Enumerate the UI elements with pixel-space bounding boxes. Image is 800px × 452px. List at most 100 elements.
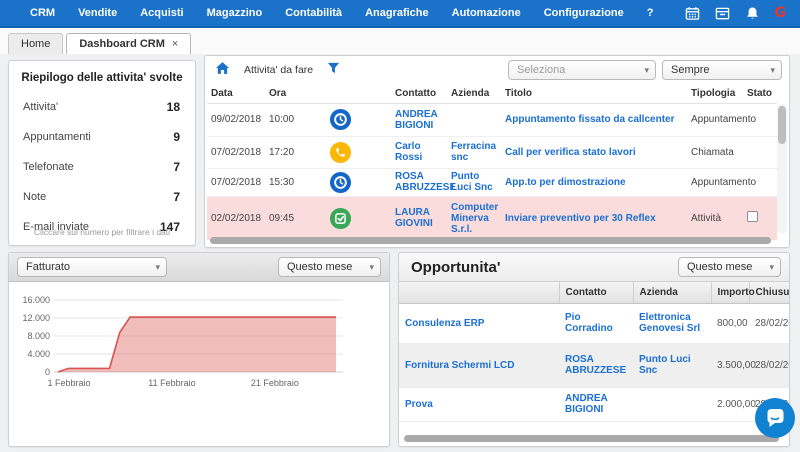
menu-item-anagrafiche[interactable]: Anagrafiche xyxy=(365,7,429,19)
activity-type: Attività xyxy=(691,213,721,224)
scrollbar-thumb[interactable] xyxy=(404,435,779,442)
filter-funnel-icon[interactable] xyxy=(327,61,340,79)
summary-label: Attivita' xyxy=(23,101,58,113)
svg-text:21 Febbraio: 21 Febbraio xyxy=(251,378,299,388)
tab-home[interactable]: Home xyxy=(8,33,63,54)
activity-type-select[interactable]: Seleziona xyxy=(508,60,656,80)
menu-item-vendite[interactable]: Vendite xyxy=(78,7,117,19)
logo-g-icon[interactable]: G xyxy=(775,6,787,20)
opportunita-panel: Opportunita' Questo mese Contatto Aziend… xyxy=(398,252,790,447)
opportunita-period-select[interactable]: Questo mese xyxy=(678,257,781,277)
opportunity-link[interactable]: Consulenza ERP xyxy=(405,318,484,329)
bell-icon[interactable] xyxy=(745,6,760,21)
main-menu: CRM Vendite Acquisti Magazzino Contabili… xyxy=(30,7,677,19)
activity-date: 02/02/2018 xyxy=(207,196,265,240)
svg-text:16.000: 16.000 xyxy=(22,295,50,305)
menu-item-configurazione[interactable]: Configurazione xyxy=(544,7,624,19)
summary-label: Note xyxy=(23,191,46,203)
menu-item-contabilita[interactable]: Contabilità xyxy=(285,7,342,19)
activity-date: 09/02/2018 xyxy=(207,103,265,136)
fatturato-panel: Fatturato Questo mese 04.0008.00012.0001… xyxy=(8,252,390,447)
metric-select[interactable]: Fatturato xyxy=(17,257,167,277)
activity-title-link[interactable]: App.to per dimostrazione xyxy=(505,177,626,188)
opportunita-period-select-value: Questo mese xyxy=(687,261,752,273)
opportunity-row: Fornitura Schermi LCD ROSA ABRUZZESE Pun… xyxy=(399,343,790,387)
summary-row-appuntamenti: Appuntamenti 9 xyxy=(9,130,195,144)
horizontal-scrollbar[interactable] xyxy=(404,435,779,442)
contact-link[interactable]: ROSA ABRUZZESE xyxy=(565,354,626,376)
menu-item-crm[interactable]: CRM xyxy=(30,7,55,19)
activity-period-select[interactable]: Sempre xyxy=(662,60,782,80)
home-icon[interactable] xyxy=(215,61,230,80)
activities-toolbar: Attivita' da fare Seleziona Sempre xyxy=(205,56,789,84)
activity-title-link[interactable]: Appuntamento fissato da callcenter xyxy=(505,114,674,125)
scrollbar-thumb[interactable] xyxy=(778,106,786,144)
vertical-scrollbar[interactable] xyxy=(777,104,787,234)
summary-label: Telefonate xyxy=(23,161,74,173)
svg-text:11 Febbraio: 11 Febbraio xyxy=(148,378,195,388)
company-link[interactable]: Punto Luci Snc xyxy=(639,354,691,376)
activity-time: 17:20 xyxy=(265,136,317,168)
revenue-area-chart: 04.0008.00012.00016.0001 Febbraio11 Febb… xyxy=(9,282,389,446)
archive-icon[interactable] xyxy=(715,6,730,21)
activity-time: 10:00 xyxy=(265,103,317,136)
chat-bubble-icon xyxy=(755,398,795,438)
close-icon[interactable]: × xyxy=(172,38,178,50)
activity-title-link[interactable]: Inviare preventivo per 30 Reflex xyxy=(505,213,656,224)
company-link[interactable]: Computer Minerva S.r.l. xyxy=(451,202,498,235)
opportunity-link[interactable]: Fornitura Schermi LCD xyxy=(405,360,514,371)
status-checkbox[interactable] xyxy=(747,211,758,222)
metric-select-value: Fatturato xyxy=(26,261,70,273)
contact-link[interactable]: ANDREA BIGIONI xyxy=(565,393,607,415)
company-link[interactable]: Ferracina snc xyxy=(451,141,496,163)
col-contatto: Contatto xyxy=(391,84,447,103)
opportunita-title: Opportunita' xyxy=(407,259,500,276)
svg-text:8.000: 8.000 xyxy=(27,331,50,341)
fatturato-period-select[interactable]: Questo mese xyxy=(278,257,381,277)
menu-item-automazione[interactable]: Automazione xyxy=(452,7,521,19)
horizontal-scrollbar[interactable] xyxy=(210,237,771,244)
summary-title: Riepilogo delle attivita' svolte xyxy=(9,72,195,84)
menu-item-magazzino[interactable]: Magazzino xyxy=(207,7,263,19)
col-tipologia: Tipologia xyxy=(687,84,743,103)
contact-link[interactable]: LAURA GIOVINI xyxy=(395,207,433,229)
opportunity-amount: 2.000,00 xyxy=(711,387,749,421)
top-navigation: CRM Vendite Acquisti Magazzino Contabili… xyxy=(0,0,800,28)
scrollbar-thumb[interactable] xyxy=(210,237,771,244)
activity-row: 07/02/2018 15:30 ROSA ABRUZZESE Punto Lu… xyxy=(207,168,777,196)
activities-panel: Attivita' da fare Seleziona Sempre Data … xyxy=(204,55,790,248)
summary-row-telefonate: Telefonate 7 xyxy=(9,160,195,174)
activity-row: 07/02/2018 17:20 Carlo Rossi Ferracina s… xyxy=(207,136,777,168)
tab-bar: Home Dashboard CRM × xyxy=(0,28,800,54)
summary-row-attivita: Attivita' 18 xyxy=(9,100,195,114)
opportunity-close-date: 28/02/2018 xyxy=(749,303,790,343)
tab-home-label: Home xyxy=(21,38,50,50)
contact-link[interactable]: Carlo Rossi xyxy=(395,141,422,163)
contact-link[interactable]: ANDREA BIGIONI xyxy=(395,109,437,131)
menu-item-help[interactable]: ? xyxy=(647,7,654,19)
opportunity-link[interactable]: Prova xyxy=(405,399,433,410)
col-titolo: Titolo xyxy=(501,84,687,103)
calendar-icon[interactable] xyxy=(685,6,700,21)
summary-value-attivita[interactable]: 18 xyxy=(167,100,180,114)
summary-hint: Cliccare sul numero per filtrare i dati xyxy=(9,227,195,237)
contact-link[interactable]: Pio Corradino xyxy=(565,312,613,334)
summary-value-telefonate[interactable]: 7 xyxy=(173,160,180,174)
activity-title-link[interactable]: Call per verifica stato lavori xyxy=(505,147,636,158)
activity-type: Chiamata xyxy=(691,147,734,158)
chat-launcher-button[interactable] xyxy=(755,398,795,438)
company-link[interactable]: Punto Luci Snc xyxy=(451,171,493,193)
opportunita-header-row: Contatto Azienda Importo Chiusura xyxy=(399,282,790,303)
activity-date: 07/02/2018 xyxy=(207,136,265,168)
summary-value-appuntamenti[interactable]: 9 xyxy=(173,130,180,144)
col-nome xyxy=(399,282,559,303)
fatturato-header: Fatturato Questo mese xyxy=(9,253,389,282)
activity-type: Appuntamento xyxy=(691,114,756,125)
company-link[interactable]: Elettronica Genovesi Srl xyxy=(639,312,700,334)
activities-title: Attivita' da fare xyxy=(244,64,313,76)
summary-value-note[interactable]: 7 xyxy=(173,190,180,204)
opportunity-amount: 3.500,00 xyxy=(711,343,749,387)
menu-item-acquisti[interactable]: Acquisti xyxy=(140,7,183,19)
col-contatto: Contatto xyxy=(559,282,633,303)
tab-dashboard-crm[interactable]: Dashboard CRM × xyxy=(66,33,191,54)
